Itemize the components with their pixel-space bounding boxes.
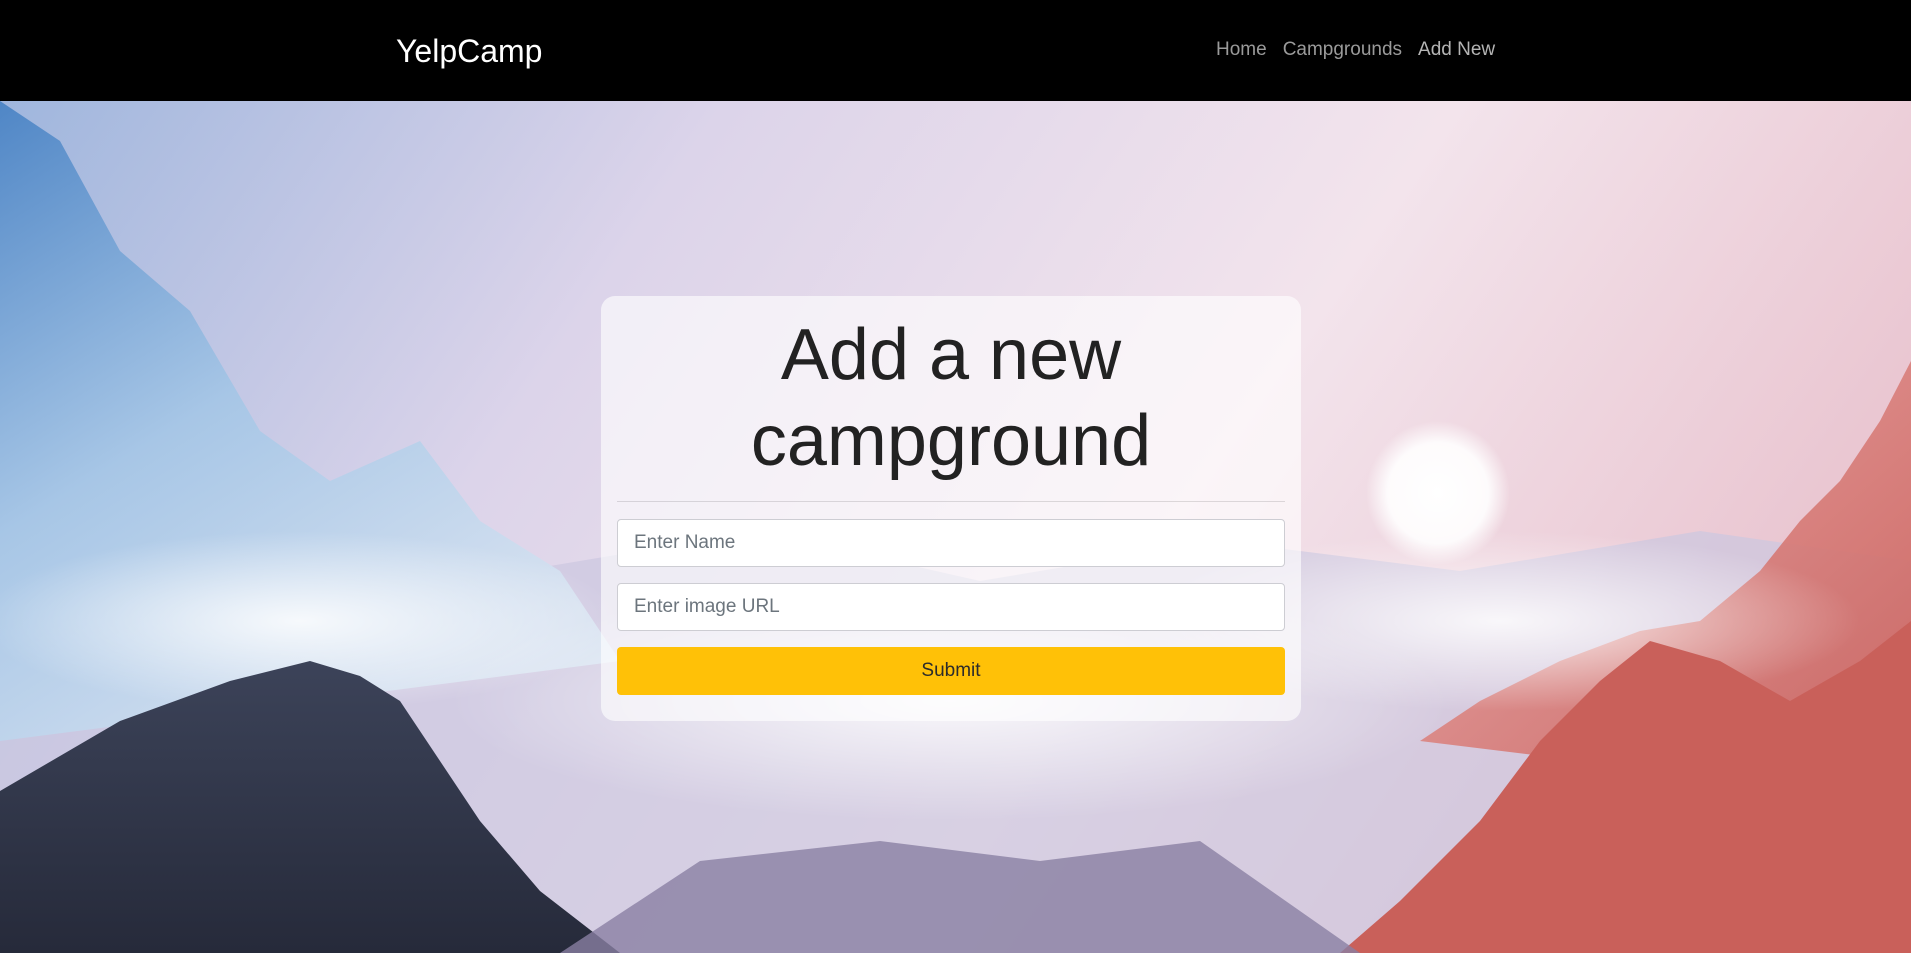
nav-link-add-new[interactable]: Add New (1418, 36, 1495, 64)
divider (617, 501, 1285, 502)
image-url-input[interactable] (617, 583, 1285, 631)
nav-link-home[interactable]: Home (1216, 36, 1267, 64)
brand-logo[interactable]: YelpCamp (396, 31, 542, 71)
page-title: Add a new campground (750, 315, 1152, 481)
submit-button[interactable]: Submit (617, 647, 1285, 695)
nav-links: Home Campgrounds Add New (1216, 36, 1495, 64)
new-campground-card: Add a new campground Submit (601, 296, 1301, 721)
name-input[interactable] (617, 519, 1285, 567)
nav-link-campgrounds[interactable]: Campgrounds (1283, 36, 1402, 64)
navbar: YelpCamp Home Campgrounds Add New (0, 0, 1911, 101)
